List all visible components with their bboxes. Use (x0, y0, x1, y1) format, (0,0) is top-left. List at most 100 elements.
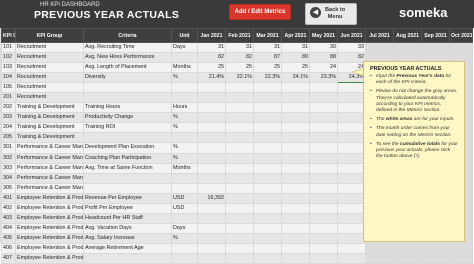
value-cell[interactable] (337, 112, 366, 124)
value-cell[interactable] (253, 182, 282, 194)
value-cell[interactable] (225, 102, 254, 114)
value-cell[interactable] (337, 212, 366, 224)
value-cell[interactable] (281, 182, 310, 194)
value-cell[interactable] (309, 122, 338, 134)
value-cell[interactable]: 82 (225, 52, 254, 64)
value-cell[interactable] (309, 182, 338, 194)
value-cell[interactable]: 31 (225, 41, 254, 54)
value-cell[interactable] (281, 162, 310, 174)
value-cell[interactable] (281, 142, 310, 154)
value-cell[interactable] (197, 202, 226, 214)
value-cell[interactable] (281, 152, 310, 164)
value-cell[interactable] (309, 102, 338, 114)
value-cell[interactable] (337, 142, 366, 154)
value-cell[interactable] (281, 172, 310, 184)
value-cell[interactable] (197, 162, 226, 174)
value-cell[interactable] (337, 92, 366, 104)
value-cell[interactable] (253, 242, 282, 254)
value-cell[interactable] (309, 92, 338, 104)
value-cell[interactable]: 88 (309, 52, 338, 64)
value-cell[interactable] (281, 82, 310, 94)
value-cell[interactable]: 82 (337, 52, 366, 64)
value-cell[interactable] (197, 182, 226, 194)
value-cell[interactable] (337, 242, 366, 254)
value-cell[interactable] (253, 212, 282, 224)
value-cell[interactable] (281, 192, 310, 204)
value-cell[interactable] (225, 232, 254, 244)
value-cell[interactable]: 82 (197, 52, 226, 64)
value-cell[interactable] (337, 122, 366, 134)
value-cell[interactable] (225, 182, 254, 194)
value-cell[interactable]: 31 (253, 41, 282, 54)
value-cell[interactable] (197, 82, 226, 94)
value-cell[interactable] (253, 192, 282, 204)
add-edit-metrics-button[interactable]: Add / Edit Metrics (229, 4, 291, 20)
value-cell[interactable] (337, 222, 366, 234)
value-cell[interactable] (197, 142, 226, 154)
value-cell[interactable] (197, 222, 226, 234)
value-cell[interactable] (253, 82, 282, 94)
value-cell[interactable] (225, 192, 254, 204)
value-cell[interactable]: 25 (225, 62, 254, 74)
value-cell[interactable] (309, 242, 338, 254)
value-cell[interactable] (337, 132, 366, 144)
value-cell[interactable]: 22.3% (253, 72, 282, 84)
value-cell[interactable] (281, 252, 310, 264)
back-to-menu-button[interactable]: ◀ Back to Menu (305, 3, 357, 25)
value-cell[interactable] (197, 172, 226, 184)
value-cell[interactable] (225, 242, 254, 254)
value-cell[interactable]: 30 (309, 41, 338, 54)
value-cell[interactable]: 16,392 (197, 192, 226, 204)
value-cell[interactable] (225, 222, 254, 234)
value-cell[interactable] (225, 152, 254, 164)
value-cell[interactable] (197, 152, 226, 164)
value-cell[interactable] (225, 122, 254, 134)
value-cell[interactable] (281, 122, 310, 134)
value-cell[interactable] (197, 102, 226, 114)
value-cell[interactable]: 22.1% (225, 72, 254, 84)
value-cell[interactable] (393, 41, 422, 54)
value-cell[interactable] (281, 242, 310, 254)
value-cell[interactable] (281, 212, 310, 224)
value-cell[interactable] (281, 132, 310, 144)
value-cell[interactable] (197, 232, 226, 244)
value-cell[interactable] (225, 82, 254, 94)
value-cell[interactable]: 23.3% (309, 72, 338, 84)
value-cell[interactable] (225, 142, 254, 154)
value-cell[interactable] (253, 252, 282, 264)
value-cell[interactable] (337, 192, 366, 204)
value-cell[interactable] (309, 172, 338, 184)
value-cell[interactable] (225, 212, 254, 224)
value-cell[interactable] (393, 242, 422, 254)
value-cell[interactable] (225, 132, 254, 144)
value-cell[interactable] (337, 202, 366, 214)
value-cell[interactable] (225, 202, 254, 214)
value-cell[interactable] (421, 252, 450, 264)
value-cell[interactable] (309, 132, 338, 144)
value-cell[interactable]: 24 (309, 62, 338, 74)
value-cell[interactable] (309, 82, 338, 94)
value-cell[interactable] (281, 102, 310, 114)
value-cell[interactable] (281, 202, 310, 214)
value-cell[interactable]: 33 (337, 41, 366, 54)
value-cell[interactable] (337, 252, 366, 264)
value-cell[interactable] (253, 92, 282, 104)
value-cell[interactable] (365, 242, 394, 254)
value-cell[interactable] (309, 112, 338, 124)
value-cell[interactable] (197, 92, 226, 104)
value-cell[interactable] (197, 242, 226, 254)
value-cell[interactable] (421, 242, 450, 254)
value-cell[interactable] (337, 232, 366, 244)
value-cell[interactable] (225, 162, 254, 174)
value-cell[interactable] (225, 172, 254, 184)
value-cell[interactable] (449, 41, 473, 54)
value-cell[interactable] (337, 162, 366, 174)
value-cell[interactable] (309, 202, 338, 214)
value-cell[interactable] (309, 192, 338, 204)
value-cell[interactable] (253, 202, 282, 214)
value-cell[interactable] (449, 252, 473, 264)
value-cell[interactable] (253, 132, 282, 144)
value-cell[interactable] (337, 172, 366, 184)
value-cell[interactable]: 87 (253, 52, 282, 64)
value-cell[interactable]: 89 (281, 52, 310, 64)
